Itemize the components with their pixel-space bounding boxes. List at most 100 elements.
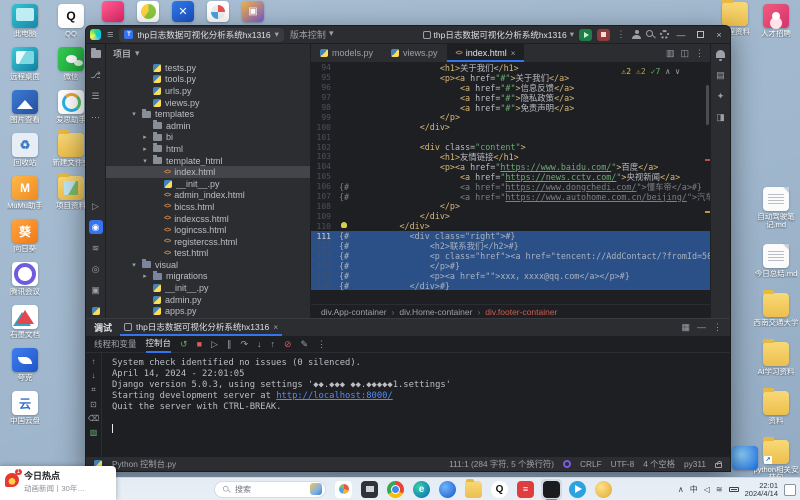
tree-item-migrations[interactable]: ▸migrations bbox=[106, 271, 310, 283]
code-line[interactable]: 98 <a href="#">免责声明</a> bbox=[311, 103, 710, 113]
down-stack-icon[interactable]: ↓ bbox=[92, 371, 96, 380]
taskbar-icon-edge[interactable]: e bbox=[413, 481, 430, 498]
tree-toggle-icon[interactable]: ▾ bbox=[130, 110, 138, 118]
more-tools-icon[interactable]: ⋯ bbox=[89, 110, 103, 124]
search-daily-image[interactable] bbox=[310, 483, 322, 495]
tab-options-icon[interactable]: ⋮ bbox=[695, 48, 704, 59]
notifications-bell-icon[interactable] bbox=[714, 47, 728, 61]
tree-item-templates[interactable]: ▾templates bbox=[106, 108, 310, 120]
project-tool-icon[interactable] bbox=[89, 47, 103, 61]
split-icon[interactable]: ◫ bbox=[680, 48, 689, 59]
desktop-icon-夸克[interactable]: 夸克 bbox=[2, 348, 48, 382]
close-session-icon[interactable]: × bbox=[273, 322, 278, 332]
desktop-icon-今日总结.md[interactable]: 今日总结.md bbox=[753, 244, 799, 278]
tree-item-index.html[interactable]: <>index.html bbox=[106, 166, 310, 178]
desktop-icon-人才招聘[interactable]: 人才招聘 bbox=[753, 4, 799, 38]
code-line[interactable]: 116{# </div>#} bbox=[311, 281, 710, 291]
code-line[interactable]: 101 bbox=[311, 132, 710, 142]
volume-icon[interactable]: ◁ bbox=[704, 485, 710, 494]
taskbar-clock[interactable]: 22:01 2024/4/14 bbox=[745, 482, 778, 498]
taskbar-icon-pycharm[interactable] bbox=[543, 481, 560, 498]
ime-indicator[interactable]: 中 bbox=[690, 484, 698, 495]
desktop-icon-资料[interactable]: 资料 bbox=[753, 391, 799, 425]
tree-item-registercss.html[interactable]: <>registercss.html bbox=[106, 236, 310, 248]
tree-item-__init__.py[interactable]: __init__.py bbox=[106, 178, 310, 190]
desktop-icon-西南交通大学[interactable]: 西南交通大学 bbox=[753, 293, 799, 327]
taskbar-icon-chrome[interactable] bbox=[387, 481, 404, 498]
desktop-icon-腾讯会议[interactable]: 腾讯会议 bbox=[2, 262, 48, 296]
desktop-icon-石墨文档[interactable]: 石墨文档 bbox=[2, 305, 48, 339]
tree-item-tests.py[interactable]: tests.py bbox=[106, 62, 310, 74]
minimize-panel-icon[interactable]: — bbox=[697, 322, 706, 333]
taskbar-icon-qq[interactable]: Q bbox=[491, 481, 508, 498]
run-tool-icon[interactable]: ▷ bbox=[89, 199, 103, 213]
tree-item-indexcss.html[interactable]: <>indexcss.html bbox=[106, 213, 310, 225]
tab-threads-variables[interactable]: 线程和变量 bbox=[94, 336, 137, 352]
terminal-tool-icon[interactable]: ▣ bbox=[89, 283, 103, 297]
desktop-icon-回收站[interactable]: ♻回收站 bbox=[2, 133, 48, 167]
toolbar-more-icon[interactable]: ⋮ bbox=[317, 339, 326, 350]
minimize-button[interactable]: — bbox=[674, 30, 688, 40]
code-view[interactable]: ⚠2 ⚠2 ✓7 ∧ ∨ 94 <h1>关于我们</h1>95 <p><a hr… bbox=[311, 63, 710, 304]
bluex-icon[interactable]: ✕ bbox=[172, 1, 194, 22]
tree-item-tools.py[interactable]: tools.py bbox=[106, 74, 310, 86]
breadcrumb-item[interactable]: div.footer-container bbox=[485, 307, 557, 317]
file-encoding[interactable]: UTF-8 bbox=[611, 459, 635, 469]
code-line[interactable]: 99 </p> bbox=[311, 112, 710, 122]
desktop-icon-此电脑[interactable]: 此电脑 bbox=[2, 4, 48, 38]
taskbar-search-box[interactable]: 搜索 bbox=[214, 481, 326, 498]
tree-item-views.py[interactable]: views.py bbox=[106, 97, 310, 109]
taskbar-icon-gold[interactable] bbox=[595, 481, 612, 498]
tree-item-admin_index.html[interactable]: <>admin_index.html bbox=[106, 190, 310, 202]
hot-news-popup[interactable]: 今日热点 动画新闻丨30年… bbox=[0, 466, 116, 500]
network-icon[interactable]: ≋ bbox=[716, 485, 723, 494]
breadcrumb-item[interactable]: div.App-container bbox=[321, 307, 387, 317]
stop-button[interactable] bbox=[597, 29, 610, 41]
tree-item-template_html[interactable]: ▾template_html bbox=[106, 155, 310, 167]
tree-toggle-icon[interactable]: ▸ bbox=[141, 145, 149, 153]
code-line[interactable]: 109 </div> bbox=[311, 211, 710, 221]
desktop-icon-MuMu助手[interactable]: MMuMu助手 bbox=[2, 176, 48, 210]
mute-breakpoints-icon[interactable]: ⊘ bbox=[284, 339, 292, 350]
popup-headline[interactable]: 动画新闻丨30年… bbox=[24, 483, 111, 494]
tree-item-__init__.py[interactable]: __init__.py bbox=[106, 282, 310, 294]
tree-item-logincss.html[interactable]: <>logincss.html bbox=[106, 224, 310, 236]
layout-settings-icon[interactable]: ▦ bbox=[681, 322, 690, 333]
run-config-widget[interactable]: thp日志数据可视化分析系统hx1316 ▾ bbox=[423, 29, 575, 41]
tree-toggle-icon[interactable]: ▸ bbox=[141, 272, 149, 280]
code-line[interactable]: 115{# <p><a href="">xxx，xxxx@qq.com</a><… bbox=[311, 271, 710, 281]
more-actions-icon[interactable]: ⋮ bbox=[615, 29, 627, 40]
taskbar-icon-folder[interactable] bbox=[465, 481, 482, 498]
status-gear-icon[interactable] bbox=[563, 460, 571, 468]
cube-icon[interactable]: ▣ bbox=[242, 1, 264, 22]
step-over-icon[interactable]: ↷ bbox=[240, 339, 248, 350]
problems-tool-icon[interactable]: ◎ bbox=[89, 262, 103, 276]
tree-item-bi[interactable]: ▸bi bbox=[106, 132, 310, 144]
step-into-icon[interactable]: ↓ bbox=[257, 339, 262, 349]
editor-tab-index.html[interactable]: <>index.html× bbox=[447, 44, 525, 62]
desktop-icon-图片查看[interactable]: 图片查看 bbox=[2, 90, 48, 124]
up-stack-icon[interactable]: ↑ bbox=[92, 357, 96, 366]
desktop-icon-远程桌面[interactable]: 远程桌面 bbox=[2, 47, 48, 81]
stop-icon[interactable]: ■ bbox=[197, 339, 202, 349]
breadcrumb-item[interactable]: div.Home-container bbox=[399, 307, 472, 317]
plugins-tool-icon[interactable]: ◨ bbox=[714, 110, 728, 124]
tray-expand-icon[interactable]: ∧ bbox=[678, 485, 684, 494]
taskbar-icon-dark[interactable] bbox=[361, 481, 378, 498]
debug-session-tab[interactable]: thp日志数据可视化分析系统hx1316 × bbox=[120, 319, 282, 336]
battery-icon[interactable] bbox=[729, 487, 739, 492]
vcs-widget[interactable]: 版本控制 ▾ bbox=[290, 28, 334, 41]
ai-assistant-icon[interactable]: ✦ bbox=[714, 89, 728, 103]
desktop-icon-向日葵[interactable]: 葵向日葵 bbox=[2, 219, 48, 253]
pinwheel-icon[interactable] bbox=[207, 1, 229, 22]
greenball-icon[interactable] bbox=[137, 1, 159, 22]
code-line[interactable]: 110 </div> bbox=[311, 221, 710, 231]
code-line[interactable]: 100 </div> bbox=[311, 122, 710, 132]
settings-gear-icon[interactable] bbox=[660, 30, 669, 39]
line-separator[interactable]: CRLF bbox=[580, 459, 602, 469]
close-tab-icon[interactable]: × bbox=[511, 49, 516, 58]
taskbar-icon-start[interactable] bbox=[188, 481, 205, 498]
desktop-icon-AI学习资料[interactable]: AI学习资料 bbox=[753, 342, 799, 376]
edit-icon[interactable]: ✎ bbox=[301, 339, 309, 350]
debug-tool-icon[interactable]: ◉ bbox=[89, 220, 103, 234]
